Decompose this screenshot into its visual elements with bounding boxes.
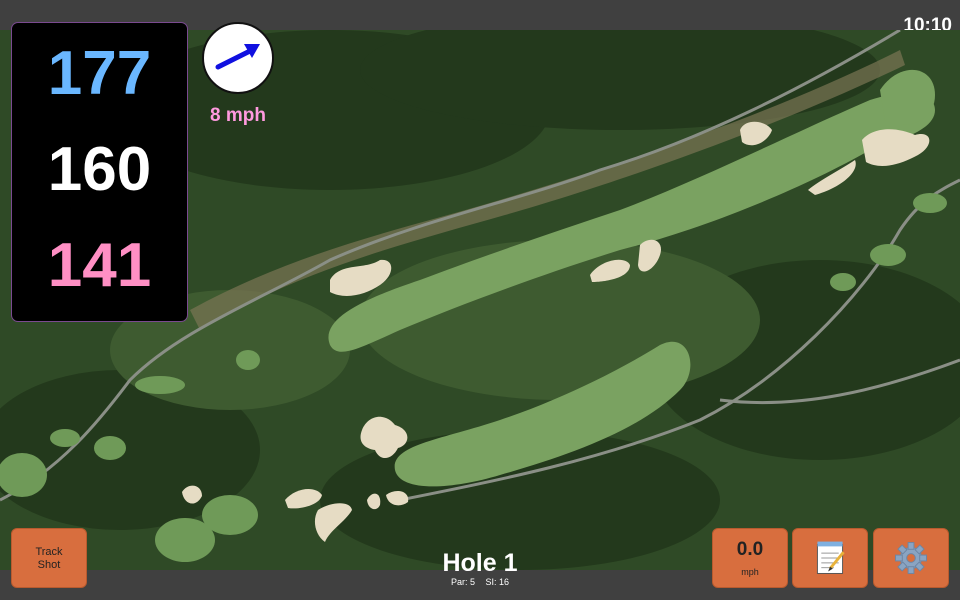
wind-arrow-icon [215,44,260,70]
notes-button[interactable] [792,528,868,588]
middle-distance: 160 [47,135,152,204]
track-shot-label-line1: Track [35,546,63,558]
settings-button[interactable] [873,528,949,588]
track-shot-label-line2: Shot [37,559,61,571]
gear-icon [895,542,927,574]
speed-unit: mph [741,567,759,577]
distance-panel: 177 160 141 [11,22,188,322]
notepad-icon [816,541,845,574]
speed-button[interactable]: 0.0 mph [712,528,788,588]
front-distance: 141 [47,231,152,300]
wind-dial [202,22,274,94]
back-distance: 177 [47,39,152,108]
wind-speed: 8 mph [210,105,266,126]
speed-value: 0.0 [736,539,764,560]
hole-par: Par: 5 [450,577,475,587]
hole-details: Par: 5 SI: 16 [380,577,580,587]
hole-title: Hole 1 [442,549,518,577]
track-shot-button[interactable]: Track Shot [11,528,87,588]
hole-stroke-index: SI: 16 [485,577,510,587]
